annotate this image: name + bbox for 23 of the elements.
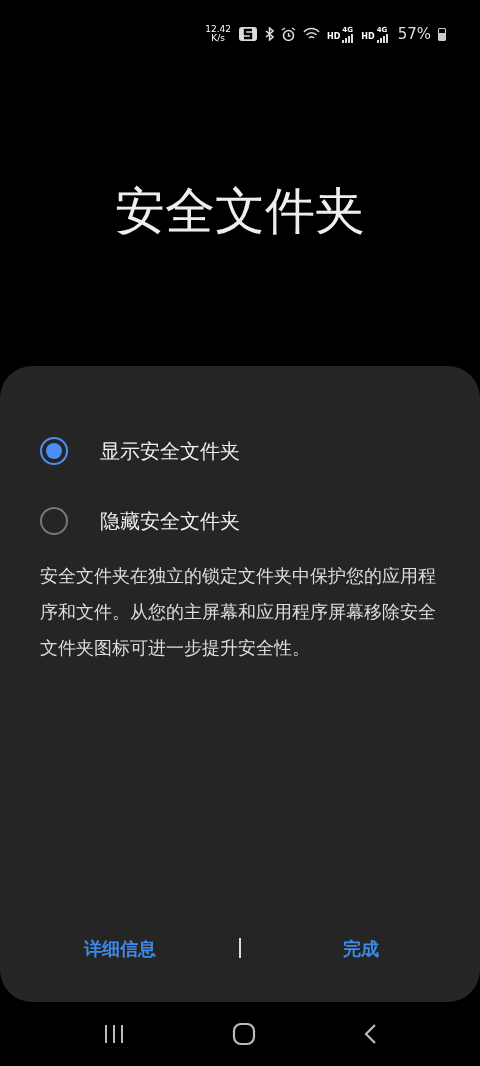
radio-button[interactable]: [40, 507, 68, 535]
back-icon[interactable]: [362, 1023, 377, 1045]
option-label[interactable]: 隐藏安全文件夹: [100, 506, 240, 536]
wifi-icon: [302, 27, 320, 41]
recent-apps-icon[interactable]: [103, 1023, 126, 1045]
network-speed-value: 12.42: [205, 25, 231, 34]
done-button[interactable]: 完成: [241, 934, 480, 962]
bluetooth-icon: [264, 27, 274, 41]
hd-indicator: HD: [361, 30, 375, 43]
home-icon[interactable]: [232, 1022, 256, 1046]
signal-icon: [342, 33, 355, 43]
option-label[interactable]: 显示安全文件夹: [100, 436, 240, 466]
description-text: 安全文件夹在独立的锁定文件夹中保护您的应用程序和文件。从您的主屏幕和应用程序屏幕移除安全文件夹图标可进一步提升安全性。: [40, 565, 437, 660]
app-notification-icon: [237, 26, 258, 42]
details-button[interactable]: 详细信息: [0, 934, 239, 962]
page-title: 安全文件夹: [115, 180, 365, 242]
alarm-icon: [280, 26, 296, 42]
network-speed-unit: K/s: [211, 34, 225, 43]
hd-indicator: HD: [326, 30, 341, 43]
signal-icon: [376, 33, 389, 43]
battery-icon: [438, 27, 446, 41]
radio-button[interactable]: [40, 437, 68, 465]
battery-percentage: 57%: [397, 23, 431, 45]
